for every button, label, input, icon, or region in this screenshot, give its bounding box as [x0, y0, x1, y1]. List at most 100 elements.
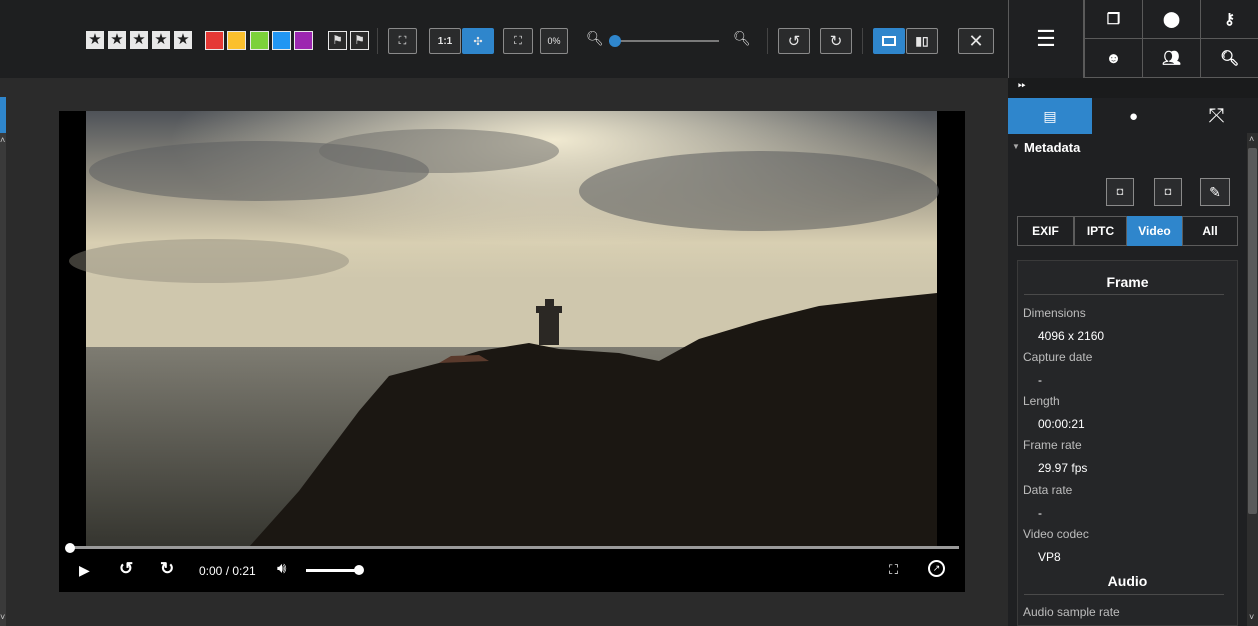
paste-metadata-button[interactable]: ◘ — [1154, 178, 1182, 206]
list-edit-icon: ☰ — [1036, 26, 1056, 51]
color-label-red[interactable] — [205, 31, 224, 50]
left-panel-tab[interactable] — [0, 97, 6, 133]
metadata-edit-button[interactable]: ☰ — [1008, 0, 1084, 78]
scroll-up-icon[interactable]: ˄ — [0, 135, 5, 145]
volume-slider-handle[interactable] — [354, 565, 364, 575]
fit-button[interactable]: ✣ — [462, 28, 494, 54]
zoom-out-icon[interactable]: 🔍︎ — [586, 30, 604, 47]
face-button[interactable]: ☻ — [1084, 39, 1142, 78]
divider — [767, 28, 768, 54]
edit-metadata-button[interactable]: ✎ — [1200, 178, 1230, 206]
color-label-green[interactable] — [250, 31, 269, 50]
face-icon: ☻ — [1105, 49, 1122, 67]
color-label-blue[interactable] — [272, 31, 291, 50]
divider — [1024, 594, 1224, 595]
field-label: Data rate — [1023, 483, 1073, 497]
key-icon: ⚷ — [1224, 11, 1235, 28]
fill-button[interactable]: ⛶ — [503, 28, 533, 54]
video-player[interactable]: ▶ ↺ ↻ 0:00 / 0:21 🔊︎ ⛶ ↗ — [59, 111, 965, 592]
copy-icon: ❐ — [1106, 11, 1121, 28]
play-icon[interactable]: ▶ — [79, 562, 90, 579]
fullscreen-icon: ⛶ — [398, 34, 407, 47]
panel-collapse-bar[interactable] — [1008, 78, 1258, 98]
download-icon: ◘ — [1164, 186, 1172, 198]
single-view-icon — [882, 36, 896, 46]
copy-button[interactable]: ❐ — [1084, 0, 1142, 39]
expand-arrows-icon: ⤧ — [1208, 104, 1225, 127]
scroll-up-icon[interactable]: ˄ — [1249, 134, 1254, 144]
color-label-yellow[interactable] — [227, 31, 246, 50]
video-progress-handle[interactable] — [65, 543, 75, 553]
rating-star-5-icon[interactable]: ★ — [174, 31, 192, 49]
rotate-right-button[interactable]: ↻ — [820, 28, 852, 54]
field-value: 00:00:21 — [1038, 417, 1085, 431]
video-fullscreen-icon[interactable]: ⛶ — [889, 562, 898, 578]
zoom-percent: 0% — [540, 28, 568, 54]
forward-icon[interactable]: ↻ — [160, 559, 174, 579]
person-icon: ● — [1128, 107, 1139, 125]
rotate-left-button[interactable]: ↺ — [778, 28, 810, 54]
divider — [377, 28, 378, 54]
field-label: Audio sample rate — [1023, 605, 1120, 619]
rating-star-2-icon[interactable]: ★ — [108, 31, 126, 49]
location-pin-icon: ⬤ — [1163, 11, 1180, 28]
rating-star-1-icon[interactable]: ★ — [86, 31, 104, 49]
tab-share[interactable]: ⤧ — [1175, 98, 1258, 134]
rotate-left-icon: ↺ — [787, 33, 801, 50]
volume-slider-track[interactable] — [306, 569, 358, 572]
people-icon: 👥︎ — [1161, 50, 1182, 67]
video-frame-image — [59, 111, 965, 592]
field-value: - — [1038, 373, 1042, 387]
flag-reject-icon[interactable]: ⚑ — [328, 31, 347, 50]
zoom-1-1-button[interactable]: 1:1 — [429, 28, 461, 54]
right-scrollbar-thumb[interactable] — [1248, 148, 1257, 514]
compare-view-button[interactable]: ▮▯ — [906, 28, 938, 54]
flag-pick-icon[interactable]: ⚑ — [350, 31, 369, 50]
metadata-icon: ▤ — [1043, 107, 1057, 124]
search-button[interactable]: 🔍︎ — [1200, 39, 1258, 78]
collapse-right-icon[interactable]: ⏩︎ — [1018, 80, 1026, 91]
close-icon: ✕ — [968, 30, 984, 51]
copy-metadata-button[interactable]: ◘ — [1106, 178, 1134, 206]
field-label: Video codec — [1023, 527, 1089, 541]
section-title: Metadata — [1024, 140, 1081, 155]
audio-heading: Audio — [1107, 573, 1148, 589]
divider — [862, 28, 863, 54]
fullscreen-button[interactable]: ⛶ — [388, 28, 417, 54]
zoom-slider-track[interactable] — [609, 40, 719, 42]
keyword-button[interactable]: ⚷ — [1200, 0, 1258, 39]
zoom-slider-handle[interactable] — [609, 35, 621, 47]
playback-speed-icon[interactable]: ↗ — [928, 560, 945, 577]
close-button[interactable]: ✕ — [958, 28, 994, 54]
pencil-icon: ✎ — [1209, 183, 1221, 200]
color-label-purple[interactable] — [294, 31, 313, 50]
tab-all[interactable]: All — [1182, 216, 1238, 246]
single-view-button[interactable] — [873, 28, 905, 54]
left-scrollbar[interactable] — [0, 133, 6, 626]
tab-metadata[interactable]: ▤ — [1008, 98, 1092, 134]
rewind-icon[interactable]: ↺ — [119, 559, 133, 579]
compare-view-icon: ▮▯ — [915, 34, 929, 48]
tab-video[interactable]: Video — [1127, 216, 1182, 246]
people-button[interactable]: 👥︎ — [1142, 39, 1200, 78]
top-toolbar: ★ ★ ★ ★ ★ ⚑ ⚑ ⛶ 1:1 ✣ ⛶ 0% 🔍︎ 🔍︎ ↺ ↻ ▮▯ … — [0, 0, 1008, 78]
rating-star-3-icon[interactable]: ★ — [130, 31, 148, 49]
tab-iptc[interactable]: IPTC — [1074, 216, 1127, 246]
zoom-in-icon[interactable]: 🔍︎ — [733, 30, 751, 47]
field-label: Dimensions — [1023, 306, 1086, 320]
scroll-down-icon[interactable]: ˅ — [0, 612, 5, 622]
section-caret-icon[interactable]: ▼ — [1012, 142, 1020, 151]
field-label: Length — [1023, 394, 1060, 408]
video-progress-track[interactable] — [69, 546, 959, 549]
location-button[interactable]: ⬤ — [1142, 0, 1200, 39]
tab-exif[interactable]: EXIF — [1017, 216, 1074, 246]
rating-star-4-icon[interactable]: ★ — [152, 31, 170, 49]
upload-icon: ◘ — [1116, 186, 1124, 198]
expand-icon: ⛶ — [514, 34, 522, 47]
tab-people[interactable]: ● — [1092, 98, 1175, 134]
scroll-down-icon[interactable]: ˅ — [1249, 612, 1254, 622]
shrink-icon: ✣ — [473, 35, 483, 48]
field-value: 29.97 fps — [1038, 461, 1088, 475]
search-icon: 🔍︎ — [1219, 50, 1240, 67]
volume-icon[interactable]: 🔊︎ — [277, 560, 286, 577]
